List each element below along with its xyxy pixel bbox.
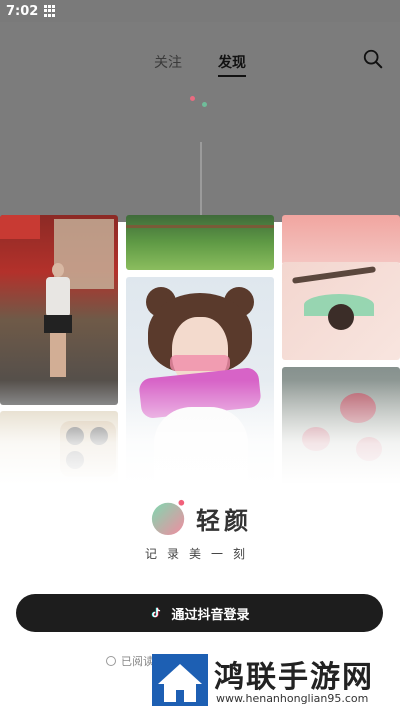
douyin-login-button[interactable]: 通过抖音登录 [16,594,383,632]
site-watermark: 鸿联手游网 www.henanhonglian95.com [152,650,400,708]
search-icon[interactable] [362,48,384,70]
watermark-url: www.henanhonglian95.com [216,692,369,705]
feed-image-street-fashion [0,215,118,405]
feed-image-eye-makeup [282,262,400,360]
loading-dots [190,96,214,110]
watermark-title: 鸿联手游网 [214,660,374,695]
tiktok-icon [152,607,161,618]
agreement-row: 已阅读 [106,653,154,669]
feed-image-pink-top [282,215,400,265]
login-button-label: 通过抖音登录 [171,607,250,623]
top-area: 关注 发现 [0,22,400,237]
app-slogan: 记录美一刻 [144,547,255,561]
tab-follow[interactable]: 关注 [154,52,182,72]
tab-discover[interactable]: 发现 [218,52,246,77]
feed-image-grass-field [126,215,274,270]
agreement-text: 已阅读 [121,655,154,668]
top-tabs: 关注 发现 [0,52,400,77]
grid-icon [44,5,56,17]
checkbox-circle-icon[interactable] [106,656,116,666]
watermark-house-logo [152,654,208,706]
status-bar: 7:02 [0,0,400,22]
app-name: 轻颜 [196,507,252,535]
app-logo [151,499,185,536]
feed-fade-overlay [0,380,400,520]
status-time: 7:02 [6,3,39,19]
